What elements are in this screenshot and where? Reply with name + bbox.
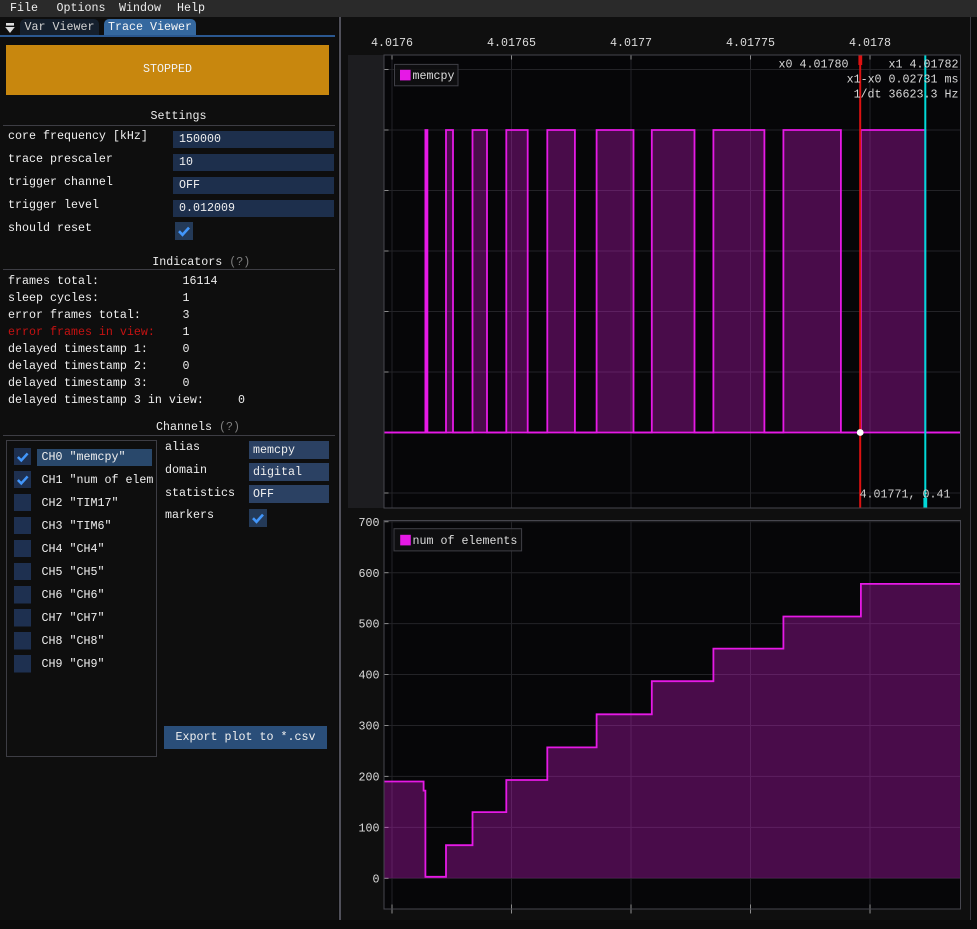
- svg-text:100: 100: [359, 822, 380, 836]
- svg-text:700: 700: [359, 516, 380, 530]
- svg-text:x1 4.01782: x1 4.01782: [889, 57, 959, 71]
- svg-text:4.0177: 4.0177: [610, 36, 652, 50]
- svg-text:4.01771, 0.41: 4.01771, 0.41: [860, 488, 951, 502]
- svg-text:4.01775: 4.01775: [726, 36, 775, 50]
- svg-text:4.01765: 4.01765: [487, 36, 536, 50]
- svg-text:500: 500: [359, 618, 380, 632]
- svg-text:num of elements: num of elements: [413, 534, 518, 548]
- svg-text:0: 0: [373, 872, 380, 886]
- svg-text:1/dt 36623.3 Hz: 1/dt 36623.3 Hz: [854, 87, 959, 101]
- svg-text:600: 600: [359, 567, 380, 581]
- svg-text:4.0176: 4.0176: [371, 36, 413, 50]
- svg-text:400: 400: [359, 669, 380, 683]
- svg-text:memcpy: memcpy: [413, 69, 455, 83]
- svg-text:x0 4.01780: x0 4.01780: [779, 57, 849, 71]
- svg-text:300: 300: [359, 720, 380, 734]
- svg-text:200: 200: [359, 771, 380, 785]
- svg-text:4.0178: 4.0178: [849, 36, 891, 50]
- svg-text:x1-x0 0.02731 ms: x1-x0 0.02731 ms: [847, 73, 959, 87]
